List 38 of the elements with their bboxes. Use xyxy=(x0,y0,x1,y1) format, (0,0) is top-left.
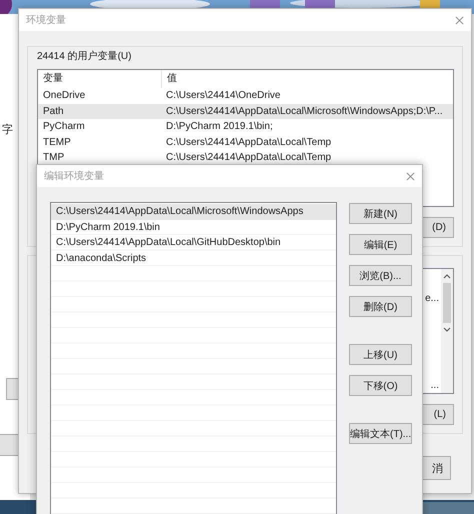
close-icon[interactable] xyxy=(406,172,415,180)
window-title: 编辑环境变量 xyxy=(44,170,104,183)
table-cell: ... xyxy=(430,380,439,391)
table-cell-text: TEMP xyxy=(42,136,72,150)
table-cell-text: C:\Users\24414\AppData\Local\Temp xyxy=(165,151,332,165)
dialog-button[interactable]: 浏览(B)... xyxy=(349,265,412,286)
table-cell-text: OneDrive xyxy=(42,89,86,103)
dialog-button[interactable]: 删除(D) xyxy=(349,296,412,317)
table-cell-text: C:\Users\24414\AppData\Local\Microsoft\WindowsApps;D:\P... xyxy=(165,104,443,118)
close-icon[interactable] xyxy=(455,16,464,24)
dialog-button[interactable]: 编辑(E) xyxy=(349,234,412,255)
table-cell-text: Path xyxy=(42,104,65,118)
list-row[interactable]: TEMP C:\Users\24414\AppData\Local\Temp xyxy=(38,134,453,150)
dialog-button[interactable]: 编辑文本(T)... xyxy=(349,423,412,444)
window-title: 环境变量 xyxy=(26,14,66,27)
table-cell: e... xyxy=(425,293,439,304)
list-item[interactable]: D:\anaconda\Scripts xyxy=(51,250,336,266)
list-row[interactable]: TMP C:\Users\24414\AppData\Local\Temp xyxy=(38,150,453,166)
list-item[interactable]: C:\Users\24414\AppData\Local\Microsoft\WindowsApps xyxy=(51,204,336,220)
table-cell-text: PyCharm xyxy=(42,120,86,134)
table-cell-text: TMP xyxy=(42,151,66,165)
dialog-button[interactable]: 上移(U) xyxy=(349,344,412,365)
scroll-thumb[interactable] xyxy=(443,283,451,323)
table-cell-text: C:\Users\24414\AppData\Local\Temp xyxy=(165,136,332,150)
column-header[interactable]: 值 xyxy=(161,70,453,88)
dialog-button[interactable]: 新建(N) xyxy=(349,203,412,224)
table-cell-text: D:\PyCharm 2019.1\bin; xyxy=(165,120,273,134)
table-cell-text: C:\Users\24414\OneDrive xyxy=(165,89,280,103)
list-row[interactable]: OneDrive C:\Users\24414\OneDrive xyxy=(38,88,453,104)
column-header[interactable]: 变量 xyxy=(38,70,161,88)
list-row[interactable]: Path C:\Users\24414\AppData\Local\Microsoft\WindowsApps;D:\P... xyxy=(38,104,453,119)
window-text: 字 xyxy=(2,122,13,137)
list-row[interactable]: PyCharm D:\PyCharm 2019.1\bin; xyxy=(38,119,453,134)
list-item[interactable]: C:\Users\24414\AppData\Local\GitHubDesktop\bin xyxy=(51,235,336,250)
group-title: 24414 的用户变量(U) xyxy=(37,50,132,64)
dialog-button[interactable]: 下移(O) xyxy=(349,375,412,396)
scrollbar[interactable] xyxy=(441,269,453,393)
list-item[interactable]: D:\PyCharm 2019.1\bin xyxy=(51,220,336,235)
